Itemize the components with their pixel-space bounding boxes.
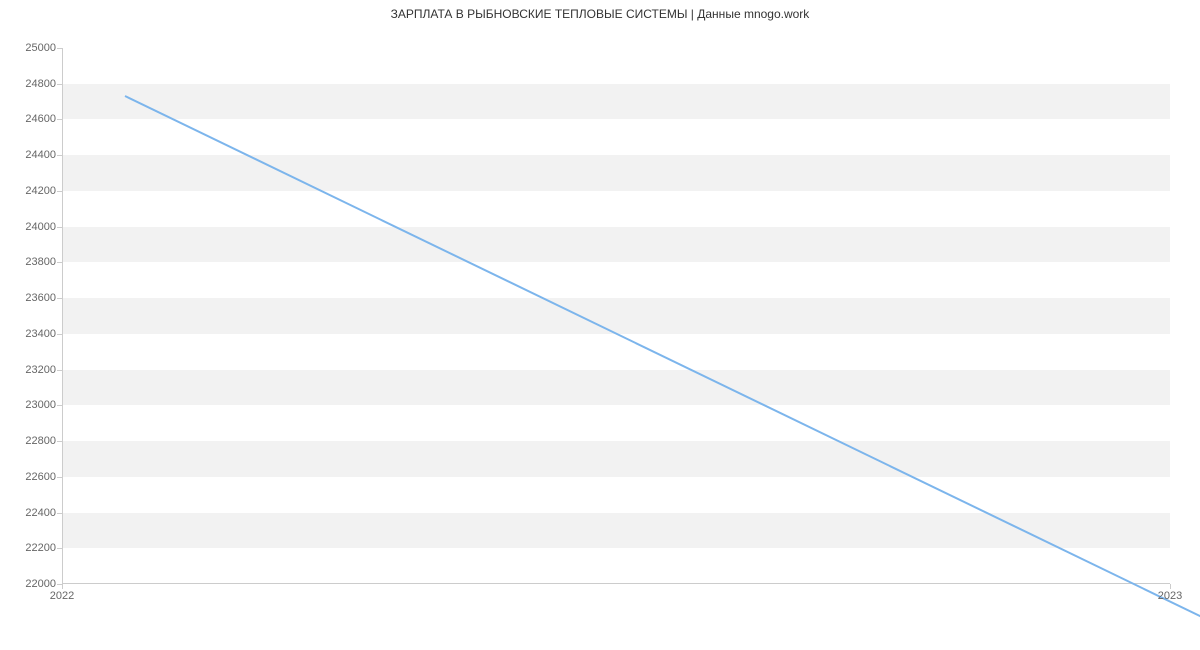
y-axis-tick-label: 22800 [6,435,56,447]
y-axis-tick-label: 22600 [6,471,56,483]
y-axis-tick-mark [57,370,62,371]
y-axis-tick-mark [57,48,62,49]
y-axis-tick-mark [57,405,62,406]
y-axis-tick-label: 24000 [6,221,56,233]
y-axis-tick-label: 23800 [6,256,56,268]
y-axis-tick-mark [57,298,62,299]
y-axis-tick-mark [57,262,62,263]
chart-container: ЗАРПЛАТА В РЫБНОВСКИЕ ТЕПЛОВЫЕ СИСТЕМЫ |… [0,0,1200,650]
y-axis-tick-mark [57,477,62,478]
chart-title: ЗАРПЛАТА В РЫБНОВСКИЕ ТЕПЛОВЫЕ СИСТЕМЫ |… [0,7,1200,21]
y-axis-tick-mark [57,513,62,514]
y-axis-tick-label: 24200 [6,185,56,197]
y-axis-tick-label: 25000 [6,42,56,54]
y-axis-tick-mark [57,548,62,549]
y-axis-tick-mark [57,334,62,335]
y-axis-tick-mark [57,441,62,442]
y-axis-tick-label: 23200 [6,364,56,376]
y-axis-tick-label: 24600 [6,113,56,125]
data-series-line [125,96,1200,632]
y-axis-tick-label: 24800 [6,78,56,90]
x-axis-tick-mark [1170,584,1171,589]
y-axis-tick-label: 22000 [6,578,56,590]
y-axis-tick-label: 23400 [6,328,56,340]
line-chart-svg [125,96,1200,632]
y-axis-tick-mark [57,84,62,85]
y-axis-tick-label: 23000 [6,399,56,411]
x-axis-tick-mark [62,584,63,589]
y-axis-tick-mark [57,191,62,192]
y-axis-tick-label: 23600 [6,292,56,304]
y-axis-tick-label: 24400 [6,149,56,161]
y-axis-tick-label: 22400 [6,507,56,519]
x-axis-tick-label: 2022 [50,590,74,602]
y-axis-tick-label: 22200 [6,542,56,554]
plot-area [62,48,1170,584]
y-axis-tick-mark [57,155,62,156]
y-axis-tick-mark [57,119,62,120]
x-axis-tick-label: 2023 [1158,590,1182,602]
y-axis-tick-mark [57,227,62,228]
